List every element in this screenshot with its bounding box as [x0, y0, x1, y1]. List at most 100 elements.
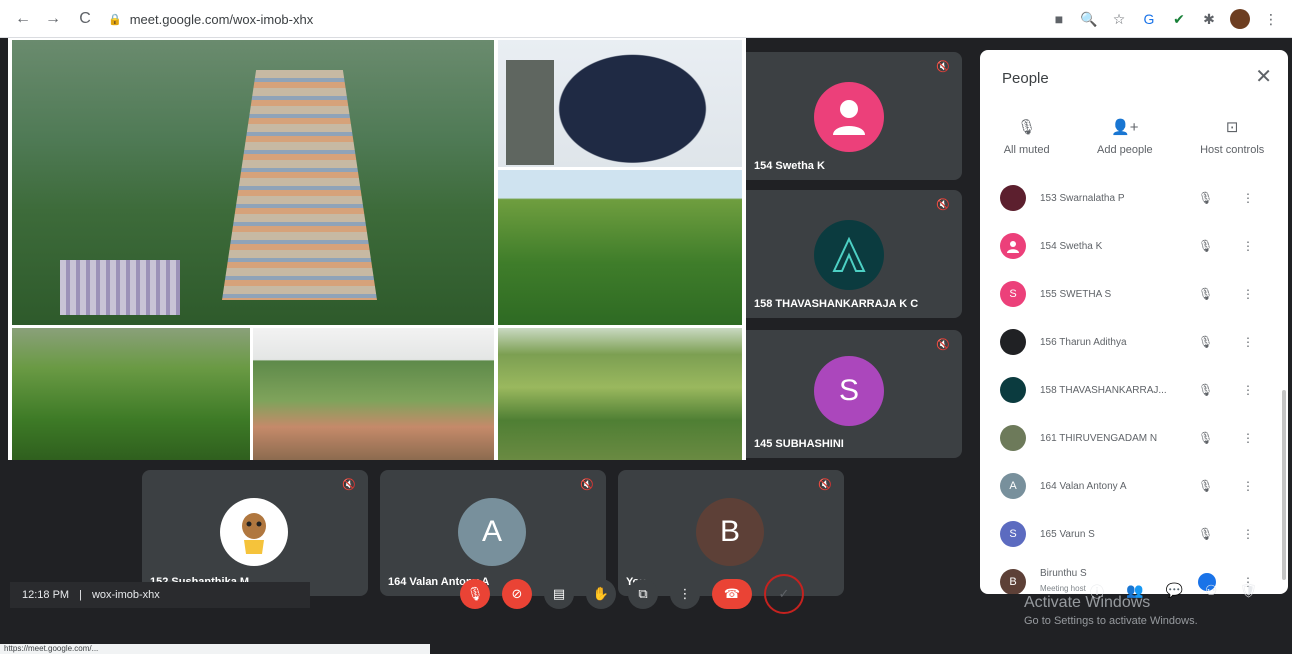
mic-off-icon: 🔇: [818, 479, 832, 491]
captions-button[interactable]: ▤: [544, 579, 574, 609]
leave-call-button[interactable]: ☎: [712, 579, 752, 609]
participant-name: 161 THIRUVENGADAM N: [1040, 432, 1158, 444]
avatar: B: [1000, 569, 1026, 594]
star-icon[interactable]: ☆: [1110, 10, 1128, 28]
avatar: [1000, 377, 1026, 403]
list-item[interactable]: A 164 Valan Antony A 🎙 ⋮: [980, 466, 1280, 506]
list-item[interactable]: S 165 Varun S 🎙 ⋮: [980, 514, 1280, 554]
camera-icon[interactable]: ■: [1050, 10, 1068, 28]
close-icon[interactable]: ✕: [1255, 64, 1272, 89]
back-icon[interactable]: ←: [10, 6, 36, 32]
profile-avatar[interactable]: [1230, 9, 1250, 29]
participant-list: 153 Swarnalatha P 🎙 ⋮ 154 Swetha K 🎙 ⋮ S…: [980, 182, 1288, 594]
temple-tower: [222, 70, 377, 300]
activities-icon[interactable]: ⚇: [1205, 582, 1218, 602]
address-bar[interactable]: 🔒 meet.google.com/wox-imob-xhx: [108, 6, 1118, 32]
list-item[interactable]: 161 THIRUVENGADAM N 🎙 ⋮: [980, 418, 1280, 458]
right-controls: ⓘ 👥 💬 ⚇ 🛡: [1090, 582, 1257, 602]
lock-icon: 🔒: [108, 13, 122, 26]
panel-scrollbar[interactable]: [1282, 390, 1286, 580]
check-button[interactable]: ✓: [764, 574, 804, 614]
small-temple: [60, 260, 180, 315]
puzzle-extension-icon[interactable]: ✱: [1200, 10, 1218, 28]
mic-off-icon: 🎙: [1198, 191, 1214, 205]
avatar: A: [1000, 473, 1026, 499]
present-button[interactable]: ⧉: [628, 579, 658, 609]
more-options-icon[interactable]: ⋮: [1242, 431, 1254, 445]
participant-tile[interactable]: 🔇 S 145 SUBHASHINI: [746, 330, 962, 458]
mic-off-icon: 🎙: [1198, 239, 1214, 253]
host-controls-button[interactable]: ⊡ Host controls: [1200, 118, 1264, 178]
panel-actions: 🎙 All muted 👤+ Add people ⊡ Host control…: [980, 118, 1288, 178]
participant-name: 145 SUBHASHINI: [754, 438, 844, 450]
more-options-icon[interactable]: ⋮: [1242, 479, 1254, 493]
mic-off-icon: 🎙: [1198, 287, 1214, 301]
avatar: [814, 220, 884, 290]
participant-role: Meeting host: [1040, 584, 1086, 593]
more-options-icon[interactable]: ⋮: [1242, 239, 1254, 253]
mic-toggle-button[interactable]: 🎙: [460, 579, 490, 609]
people-icon[interactable]: 👥: [1126, 582, 1143, 602]
participant-tile[interactable]: 🔇 152 Sushanthika M: [142, 470, 368, 596]
camera-off-icon: ⊘: [511, 586, 523, 601]
all-muted-button[interactable]: 🎙 All muted: [1004, 118, 1050, 178]
participant-name: Birunthu S: [1040, 568, 1087, 579]
panel-title: People: [1002, 70, 1049, 87]
more-options-icon[interactable]: ⋮: [1242, 287, 1254, 301]
add-people-button[interactable]: 👤+ Add people: [1097, 118, 1153, 178]
forward-icon[interactable]: →: [40, 6, 66, 32]
action-label: Add people: [1096, 144, 1153, 156]
more-options-icon[interactable]: ⋮: [1242, 335, 1254, 349]
present-icon: ⧉: [638, 586, 648, 601]
list-item[interactable]: S 155 SWETHA S 🎙 ⋮: [980, 274, 1280, 314]
camera-toggle-button[interactable]: ⊘: [502, 579, 532, 609]
info-icon[interactable]: ⓘ: [1090, 582, 1104, 602]
translate-extension-icon[interactable]: G: [1140, 10, 1158, 28]
shield-icon[interactable]: 🛡: [1239, 582, 1257, 602]
browser-actions: ■ 🔍 ☆ G ✔ ✱ ⋮: [1050, 6, 1280, 32]
kebab-menu-icon[interactable]: ⋮: [1262, 10, 1280, 28]
mic-off-icon: 🔇: [580, 479, 594, 491]
mic-off-icon: 🔇: [936, 199, 950, 211]
avatar-letter: A: [1009, 480, 1017, 492]
separator: |: [79, 589, 82, 601]
check-icon: ✓: [778, 586, 790, 601]
mic-off-icon: 🎙: [1198, 479, 1214, 493]
participant-name: 154 Swetha K: [1040, 240, 1103, 252]
chat-icon[interactable]: 💬: [1165, 582, 1182, 602]
avatar-letter: S: [1009, 288, 1017, 300]
hill-village-photo: [253, 328, 494, 460]
more-options-button[interactable]: ⋮: [670, 579, 700, 609]
mic-off-icon: 🎙: [1198, 431, 1214, 445]
url-text: meet.google.com/wox-imob-xhx: [129, 11, 314, 27]
participant-tile[interactable]: 🔇 154 Swetha K: [746, 52, 962, 180]
statue-shape: [556, 40, 726, 165]
reload-icon[interactable]: C: [72, 6, 98, 32]
avatar-letter: A: [481, 515, 502, 548]
call-controls: 🎙 ⊘ ▤ ✋ ⧉ ⋮ ☎ ✓: [460, 574, 804, 614]
participant-name: 164 Valan Antony A: [1040, 480, 1127, 492]
avatar: S: [1000, 521, 1026, 547]
more-options-icon[interactable]: ⋮: [1242, 191, 1254, 205]
avatar: S: [1000, 281, 1026, 307]
list-item[interactable]: 156 Tharun Adithya 🎙 ⋮: [980, 322, 1280, 362]
list-item[interactable]: 154 Swetha K 🎙 ⋮: [980, 226, 1280, 266]
list-item[interactable]: 158 THAVASHANKARRAJ... 🎙 ⋮: [980, 370, 1280, 410]
participant-tile[interactable]: 🔇 158 THAVASHANKARRAJA K C: [746, 190, 962, 318]
checkmark-extension-icon[interactable]: ✔: [1170, 10, 1188, 28]
participant-name: 155 SWETHA S: [1040, 288, 1112, 300]
mic-off-icon: 🎙: [1198, 383, 1214, 397]
list-item[interactable]: 153 Swarnalatha P 🎙 ⋮: [980, 178, 1280, 218]
status-url: https://meet.google.com/...: [0, 644, 430, 654]
zoom-icon[interactable]: 🔍: [1080, 10, 1098, 28]
hand-icon: ✋: [592, 586, 610, 601]
lake-garden-photo: [498, 328, 742, 460]
meeting-code: wox-imob-xhx: [91, 589, 160, 601]
more-options-icon[interactable]: ⋮: [1242, 383, 1254, 397]
mic-off-icon: 🔇: [936, 61, 950, 73]
raise-hand-button[interactable]: ✋: [586, 579, 616, 609]
mic-off-icon: 🎙: [1017, 119, 1037, 136]
more-options-icon[interactable]: ⋮: [1242, 527, 1254, 541]
avatar: [1000, 185, 1026, 211]
pillar-shape: [506, 60, 554, 165]
